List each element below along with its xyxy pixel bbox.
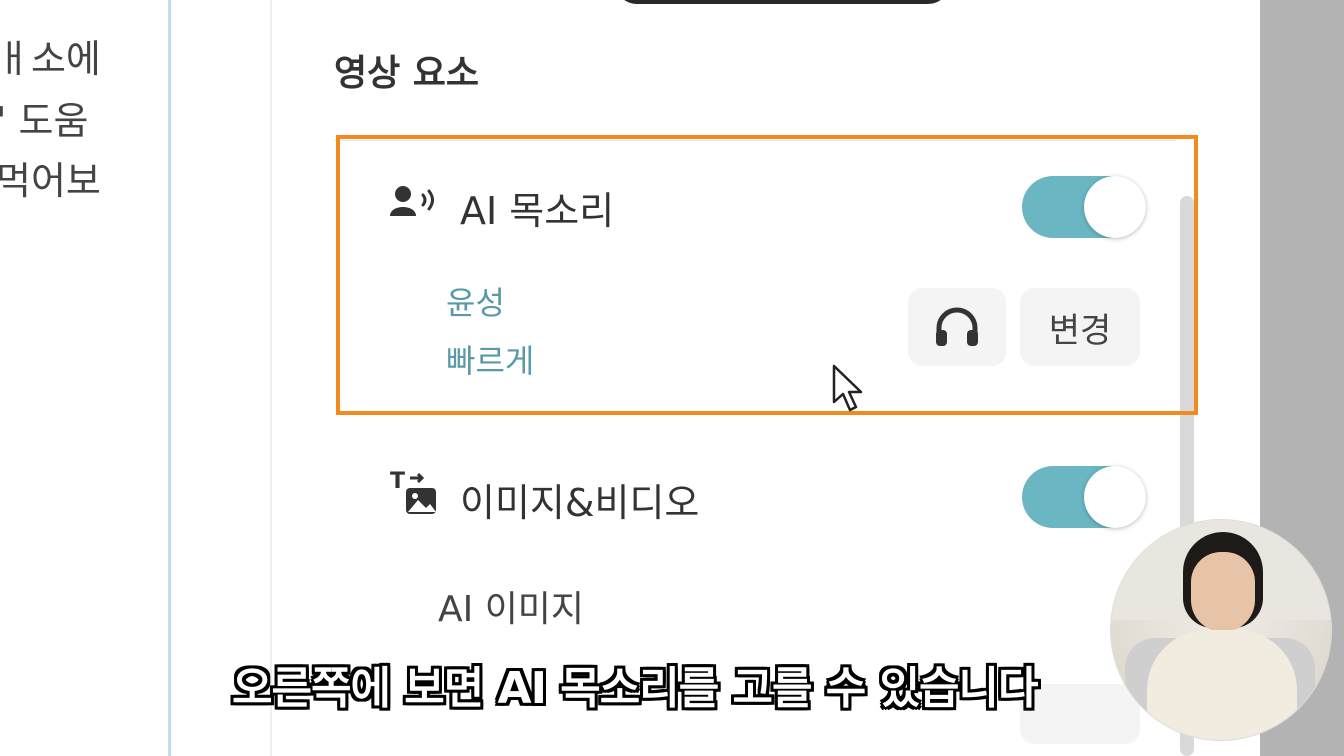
text-to-image-icon: T (390, 469, 436, 514)
presenter-webcam (1111, 520, 1331, 740)
ai-image-label: AI 이미지 (438, 589, 585, 630)
section-title: 영상 요소 (334, 53, 480, 94)
mouse-cursor-icon (832, 364, 863, 412)
editor-gap (171, 0, 270, 756)
toggle-knob (1084, 466, 1146, 528)
image-video-title: 이미지&비디오 (460, 481, 700, 525)
background-text: ' 도움 (0, 99, 89, 143)
presenter-face (1191, 552, 1255, 632)
image-video-toggle[interactable] (1022, 466, 1146, 528)
background-text: ㅐ소에 (0, 37, 101, 81)
video-caption: 오른쪽에 보면 AI 목소리를 고를 수 있습니다 (232, 663, 1038, 714)
highlight-box (336, 135, 1198, 415)
background-page: ㅐ소에 ' 도움 먹어보 (0, 0, 168, 756)
svg-text:T: T (390, 469, 405, 494)
presenter-body (1147, 630, 1297, 740)
video-preview-thumbnail[interactable] (615, 0, 950, 4)
change-image-button[interactable] (1020, 684, 1140, 744)
background-text: 먹어보 (0, 159, 101, 203)
